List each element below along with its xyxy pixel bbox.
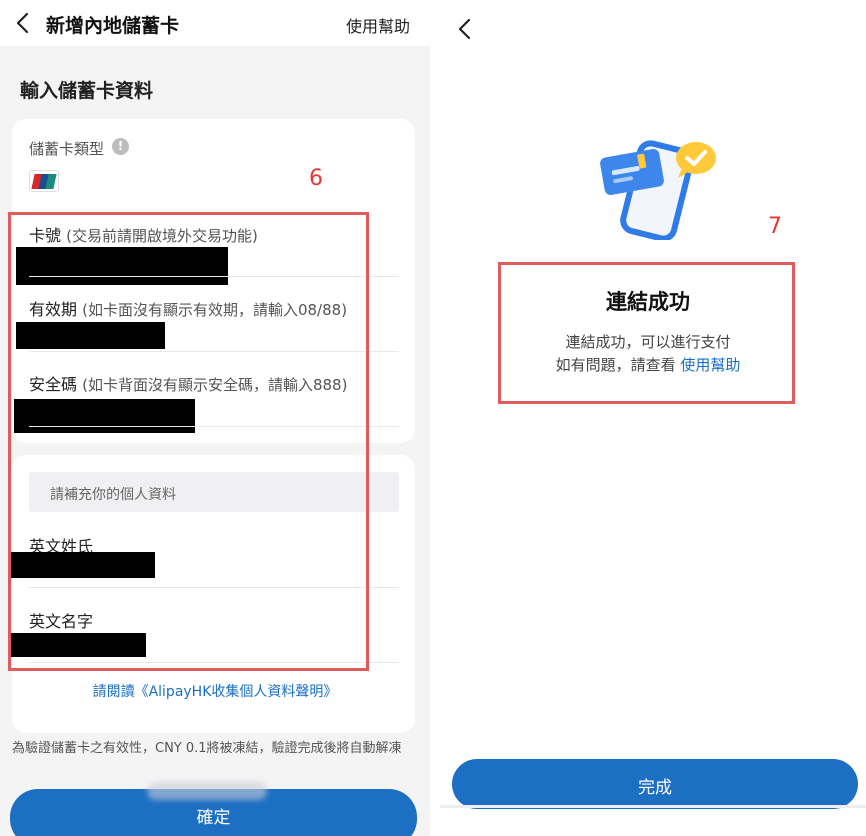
page-title: 新增內地儲蓄卡 — [46, 15, 180, 37]
verification-note: 為驗證儲蓄卡之有效性，CNY 0.1將被凍結，驗證完成後將自動解凍 — [12, 741, 402, 756]
annotation-number: 6 — [309, 166, 323, 191]
card-linked-illustration-icon — [600, 140, 716, 240]
success-description: 連結成功，可以進行支付 — [565, 333, 731, 351]
success-help-text: 如有問題，請查看 使用幫助 — [430, 354, 866, 375]
blurred-area — [147, 782, 267, 800]
nav-bar: 新增內地儲蓄卡 使用幫助 — [0, 0, 430, 46]
info-icon[interactable]: ! — [112, 138, 129, 155]
success-title: 連結成功 — [606, 290, 690, 314]
success-help-prefix: 如有問題，請查看 — [555, 356, 681, 374]
section-title: 輸入儲蓄卡資料 — [20, 80, 154, 102]
privacy-statement-link[interactable]: 請閱讀《AlipayHK收集個人資料聲明》 — [0, 681, 430, 701]
link-success-screen — [430, 0, 866, 836]
back-arrow-icon[interactable] — [456, 16, 476, 42]
help-link[interactable]: 使用幫助 — [346, 13, 410, 37]
card-type-label: 儲蓄卡類型 — [29, 140, 105, 158]
back-arrow-icon[interactable] — [14, 10, 34, 36]
unionpay-icon — [29, 170, 59, 192]
annotation-number: 7 — [768, 214, 782, 239]
done-button-label: 完成 — [638, 778, 672, 798]
add-card-screen: 新增內地儲蓄卡 使用幫助 輸入儲蓄卡資料 儲蓄卡類型 ! 6 卡號 (交易前請開… — [0, 0, 430, 836]
divider — [440, 805, 866, 808]
confirm-button-label: 確定 — [196, 808, 231, 828]
done-button[interactable]: 完成 — [452, 759, 858, 809]
success-help-link[interactable]: 使用幫助 — [680, 356, 740, 374]
annotation-highlight-box — [8, 212, 369, 671]
